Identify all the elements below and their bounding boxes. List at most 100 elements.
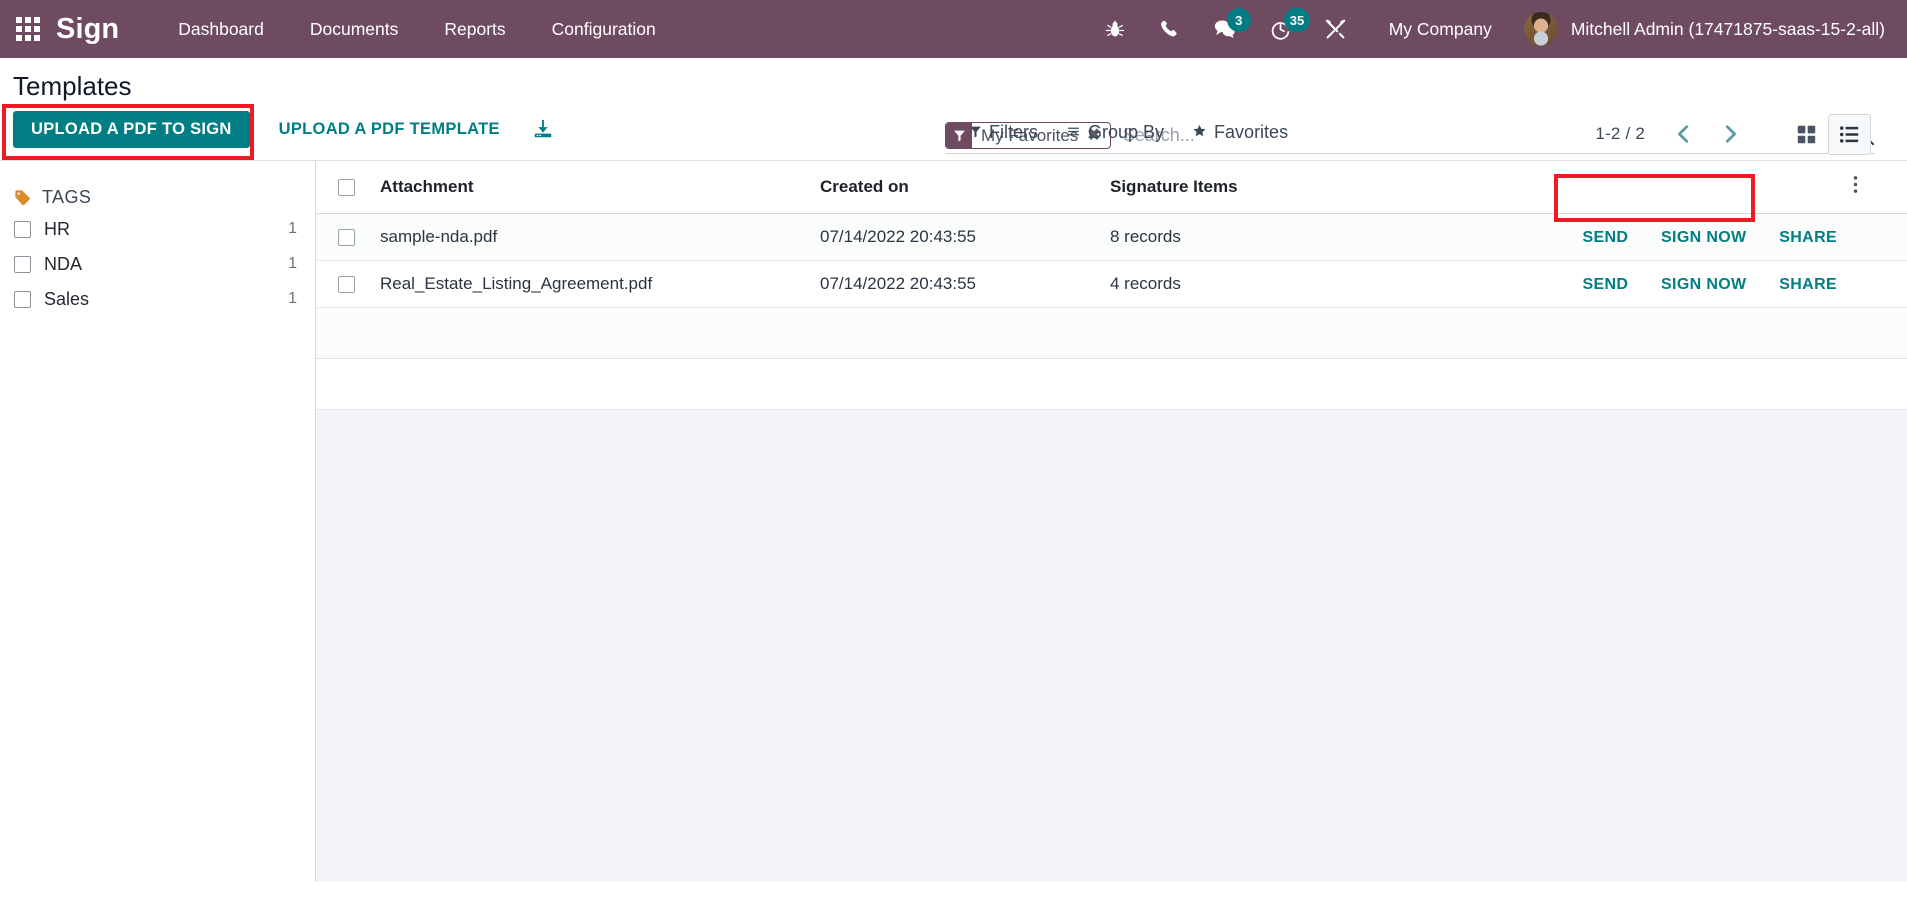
cell-optional (1845, 213, 1907, 261)
sidebar-item-nda[interactable]: NDA 1 (0, 247, 315, 282)
vertical-dots-icon[interactable] (1853, 175, 1858, 194)
control-panel-bottom-row: UPLOAD A PDF TO SIGN UPLOAD A PDF TEMPLA… (0, 102, 1889, 160)
table-filler-row (316, 307, 1907, 359)
pager-previous-button[interactable] (1661, 121, 1707, 147)
tag-count: 1 (288, 290, 297, 308)
table-row[interactable]: sample-nda.pdf 07/14/2022 20:43:55 8 rec… (316, 213, 1907, 261)
pager-next-button[interactable] (1707, 121, 1753, 147)
messages-badge: 3 (1226, 8, 1251, 32)
cell-signature-items[interactable]: 4 records (1102, 260, 1332, 308)
page-title: Templates (13, 71, 132, 101)
tag-checkbox[interactable] (14, 255, 31, 273)
tools-icon[interactable] (1308, 0, 1363, 58)
menu-item-dashboard[interactable]: Dashboard (155, 0, 287, 58)
tag-label: Sales (44, 288, 90, 309)
group-by-label: Group By (1088, 121, 1165, 142)
send-button[interactable]: SEND (1582, 229, 1628, 246)
filler-cell (812, 307, 1102, 359)
tag-checkbox[interactable] (14, 290, 31, 308)
cell-optional (1845, 260, 1907, 308)
column-header-created-on[interactable]: Created on (812, 160, 1102, 214)
apps-grid-glyph (16, 17, 40, 41)
column-header-actions (1332, 160, 1845, 214)
main-content: TAGS HR 1 NDA 1 Sales 1 Attachment Creat… (0, 160, 1907, 882)
app-brand-sign[interactable]: Sign (56, 14, 119, 44)
tag-icon (14, 189, 31, 206)
search-panel-sidebar: TAGS HR 1 NDA 1 Sales 1 (0, 160, 316, 882)
control-panel: Templates My Favorites ✖ UPLOAD A PDF TO… (0, 58, 1907, 161)
menu-item-configuration[interactable]: Configuration (529, 0, 679, 58)
group-by-dropdown[interactable]: Group By (1052, 116, 1178, 149)
search-dropdowns: Filters Group By Favorites (955, 116, 1302, 149)
select-all-checkbox[interactable] (338, 178, 355, 196)
tag-label: HR (44, 218, 70, 239)
cell-attachment[interactable]: Real_Estate_Listing_Agreement.pdf (372, 260, 812, 308)
menu-item-reports[interactable]: Reports (421, 0, 528, 58)
row-checkbox[interactable] (338, 228, 355, 246)
main-menu: Dashboard Documents Reports Configuratio… (155, 0, 679, 58)
share-button[interactable]: SHARE (1779, 229, 1837, 246)
favorites-dropdown[interactable]: Favorites (1178, 116, 1302, 149)
bug-icon[interactable] (1088, 0, 1142, 58)
cell-attachment[interactable]: sample-nda.pdf (372, 213, 812, 261)
filler-cell (812, 358, 1102, 410)
tag-count: 1 (288, 220, 297, 238)
upload-a-pdf-to-sign-button[interactable]: UPLOAD A PDF TO SIGN (13, 110, 250, 148)
column-header-attachment[interactable]: Attachment (372, 160, 812, 214)
list-view-empty-space (316, 409, 1907, 882)
navbar-systray: 3 35 My Company Mitchell Admin (17471875… (1088, 0, 1885, 58)
filler-cell (1845, 307, 1907, 359)
cell-created-on[interactable]: 07/14/2022 20:43:55 (812, 260, 1102, 308)
favorites-label: Favorites (1214, 121, 1289, 142)
import-download-icon[interactable] (522, 112, 564, 146)
filler-cell (316, 307, 372, 359)
sign-now-button[interactable]: SIGN NOW (1661, 229, 1746, 246)
share-button[interactable]: SHARE (1779, 276, 1837, 293)
templates-table: Attachment Created on Signature Items sa… (316, 160, 1907, 410)
filler-cell (372, 358, 812, 410)
sidebar-item-sales[interactable]: Sales 1 (0, 282, 315, 317)
view-switcher (1785, 113, 1871, 155)
phone-icon[interactable] (1142, 0, 1196, 58)
tag-checkbox[interactable] (14, 220, 31, 238)
pager-range[interactable]: 1-2 / 2 (1595, 124, 1645, 144)
sidebar-item-hr[interactable]: HR 1 (0, 212, 315, 247)
list-view-wrapper: Attachment Created on Signature Items sa… (316, 160, 1907, 882)
tag-label: NDA (44, 253, 83, 274)
list-view-icon[interactable] (1828, 113, 1871, 155)
row-select-cell (316, 213, 372, 261)
control-panel-right: 1-2 / 2 (1595, 113, 1871, 155)
menu-item-documents[interactable]: Documents (287, 0, 422, 58)
send-button[interactable]: SEND (1582, 276, 1628, 293)
upload-a-pdf-template-button[interactable]: UPLOAD A PDF TEMPLATE (263, 112, 516, 147)
kanban-view-icon[interactable] (1785, 114, 1828, 155)
table-row[interactable]: Real_Estate_Listing_Agreement.pdf 07/14/… (316, 260, 1907, 308)
filler-cell (1845, 358, 1907, 410)
column-header-signature-items[interactable]: Signature Items (1102, 160, 1332, 214)
user-name-label: Mitchell Admin (17471875-saas-15-2-all) (1570, 18, 1885, 39)
filler-cell (1102, 358, 1332, 410)
user-menu[interactable]: Mitchell Admin (17471875-saas-15-2-all) (1512, 12, 1885, 46)
cell-signature-items[interactable]: 8 records (1102, 213, 1332, 261)
cell-actions: SEND SIGN NOW SHARE (1332, 213, 1845, 261)
filter-funnel-icon (969, 122, 982, 143)
cell-actions: SEND SIGN NOW SHARE (1332, 260, 1845, 308)
optional-columns-header (1845, 160, 1907, 214)
company-switcher[interactable]: My Company (1363, 19, 1512, 40)
top-navbar: Sign Dashboard Documents Reports Configu… (0, 0, 1907, 58)
filler-cell (1332, 307, 1845, 359)
hamburger-lines-icon (1066, 122, 1081, 143)
control-panel-top-row: Templates (0, 58, 1889, 102)
messages-icon[interactable]: 3 (1196, 0, 1253, 58)
filters-dropdown[interactable]: Filters (955, 116, 1052, 149)
row-checkbox[interactable] (338, 275, 355, 293)
apps-grid-icon[interactable] (0, 0, 56, 58)
avatar (1523, 12, 1558, 46)
row-select-cell (316, 260, 372, 308)
sidebar-section-title: TAGS (42, 186, 92, 207)
sidebar-section-tags[interactable]: TAGS (0, 187, 315, 212)
sign-now-button[interactable]: SIGN NOW (1661, 276, 1746, 293)
filler-cell (1102, 307, 1332, 359)
activities-clock-icon[interactable]: 35 (1253, 0, 1311, 58)
cell-created-on[interactable]: 07/14/2022 20:43:55 (812, 213, 1102, 261)
